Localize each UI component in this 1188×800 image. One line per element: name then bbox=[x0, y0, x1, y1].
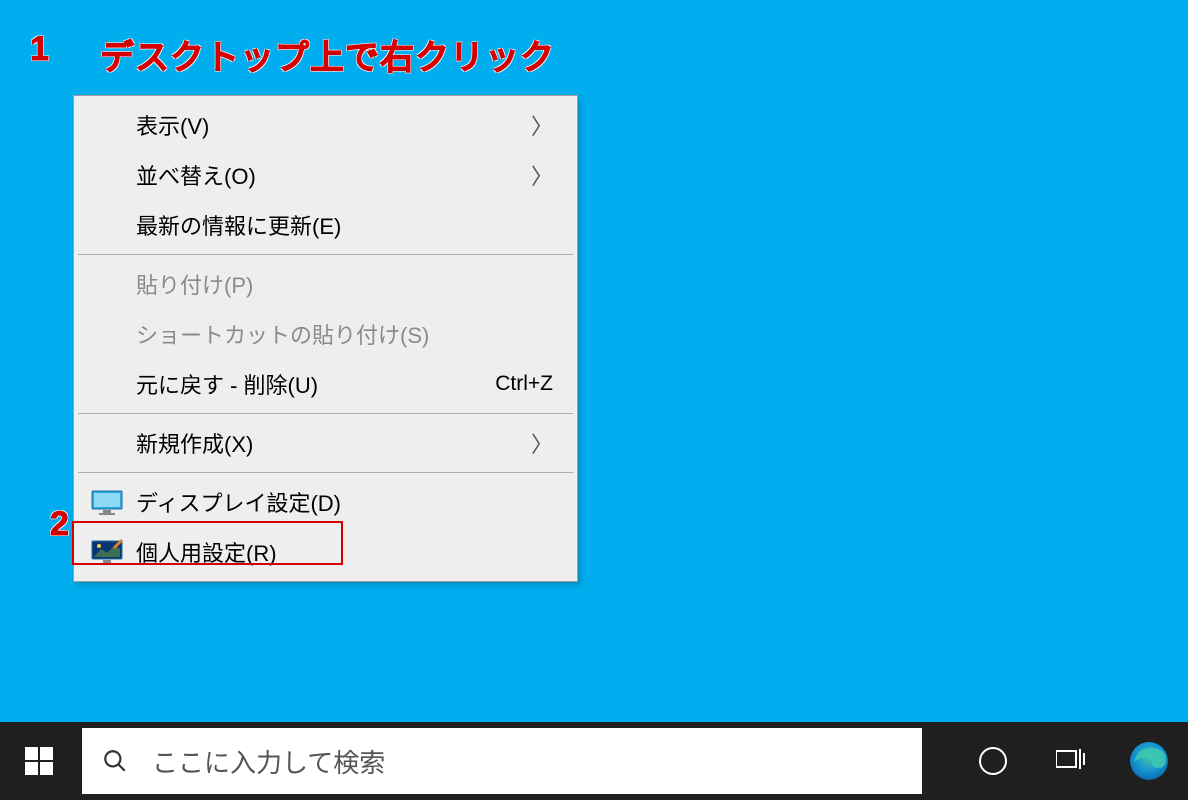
edge-icon bbox=[1128, 740, 1170, 782]
menu-separator bbox=[78, 472, 573, 473]
search-placeholder: ここに入力して検索 bbox=[152, 743, 385, 780]
chevron-right-icon: 〉 bbox=[531, 427, 553, 459]
annotation-number-2: 2 bbox=[50, 505, 69, 544]
menu-item-paste-shortcut: ショートカットの貼り付け(S) bbox=[76, 309, 575, 359]
personalize-icon bbox=[91, 539, 123, 565]
menu-label: ショートカットの貼り付け(S) bbox=[136, 318, 553, 350]
windows-logo-icon bbox=[25, 747, 53, 775]
menu-label: ディスプレイ設定(D) bbox=[136, 486, 553, 518]
menu-separator bbox=[78, 413, 573, 414]
start-button[interactable] bbox=[0, 722, 78, 800]
menu-item-paste: 貼り付け(P) bbox=[76, 259, 575, 309]
menu-item-view[interactable]: 表示(V) 〉 bbox=[76, 100, 575, 150]
annotation-text-1: デスクトップ上で右クリック bbox=[100, 30, 555, 79]
task-view-button[interactable] bbox=[1032, 722, 1110, 800]
menu-label: 並べ替え(O) bbox=[136, 159, 531, 191]
menu-separator bbox=[78, 254, 573, 255]
menu-item-new[interactable]: 新規作成(X) 〉 bbox=[76, 418, 575, 468]
menu-label: 貼り付け(P) bbox=[136, 268, 553, 300]
annotation-number-1: 1 bbox=[30, 30, 49, 69]
menu-label: 個人用設定(R) bbox=[136, 536, 553, 568]
menu-item-display-settings[interactable]: ディスプレイ設定(D) bbox=[76, 477, 575, 527]
chevron-right-icon: 〉 bbox=[531, 159, 553, 191]
task-view-icon bbox=[1056, 747, 1086, 775]
cortana-icon bbox=[979, 747, 1007, 775]
taskbar-search[interactable]: ここに入力して検索 bbox=[82, 728, 922, 794]
chevron-right-icon: 〉 bbox=[531, 109, 553, 141]
search-icon bbox=[102, 748, 128, 774]
menu-label: 新規作成(X) bbox=[136, 427, 531, 459]
menu-label: 元に戻す - 削除(U) bbox=[136, 368, 495, 400]
menu-item-refresh[interactable]: 最新の情報に更新(E) bbox=[76, 200, 575, 250]
menu-shortcut: Ctrl+Z bbox=[495, 372, 553, 396]
menu-item-personalize[interactable]: 個人用設定(R) bbox=[76, 527, 575, 577]
display-icon bbox=[91, 489, 123, 515]
menu-item-undo[interactable]: 元に戻す - 削除(U) Ctrl+Z bbox=[76, 359, 575, 409]
taskbar: ここに入力して検索 bbox=[0, 722, 1188, 800]
edge-button[interactable] bbox=[1110, 722, 1188, 800]
menu-label: 最新の情報に更新(E) bbox=[136, 209, 553, 241]
cortana-button[interactable] bbox=[954, 722, 1032, 800]
menu-label: 表示(V) bbox=[136, 109, 531, 141]
desktop-context-menu: 表示(V) 〉 並べ替え(O) 〉 最新の情報に更新(E) 貼り付け(P) ショ… bbox=[73, 95, 578, 582]
menu-item-sort[interactable]: 並べ替え(O) 〉 bbox=[76, 150, 575, 200]
